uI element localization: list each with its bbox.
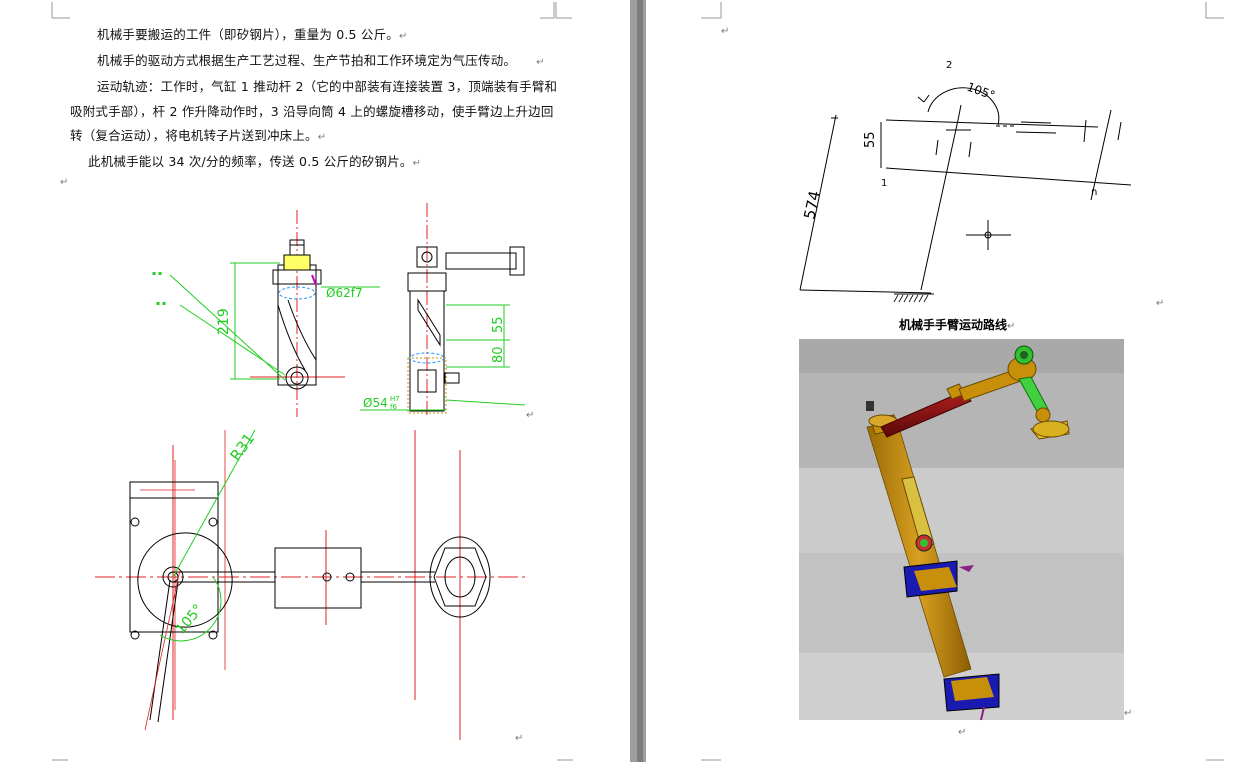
- paragraph-3-text-1: 运动轨迹：工作时，气缸 1 推动杆 2（它的中部装有连接装置 3，顶端装有手臂和: [97, 79, 558, 94]
- paragraph-1: 机械手要搬运的工件（即矽钢片），重量为 0.5 公斤。↵: [97, 24, 408, 43]
- svg-text:▪ ▪: ▪ ▪: [152, 270, 162, 277]
- paragraph-mark: ↵: [536, 57, 545, 68]
- left-document-page: 机械手要搬运的工件（即矽钢片），重量为 0.5 公斤。↵ 机械手的驱动方式根据生…: [0, 0, 630, 762]
- paragraph-4: 此机械手能以 34 次/分的频率，传送 0.5 公斤的矽钢片。↵: [88, 151, 421, 170]
- tolerance-upper: H7: [390, 395, 400, 403]
- cad-section-views: 219 Ø62f7 ▪ ▪ ▪ ▪ 55 80 Ø54 H7 f6: [152, 203, 526, 417]
- paragraph-mark: ↵: [317, 132, 327, 143]
- page-gutter-shadow: [637, 0, 643, 762]
- page-corner-bottom-right: [1206, 759, 1224, 761]
- drawing-paragraph-mark: ↵: [526, 410, 535, 421]
- point-label-n: n: [1091, 187, 1097, 198]
- paragraph-mark: ↵: [412, 158, 422, 169]
- svg-text:▪ ▪: ▪ ▪: [156, 300, 166, 307]
- caption-paragraph-mark: ↵: [1007, 321, 1016, 332]
- top-paragraph-mark: ↵: [721, 26, 730, 37]
- page-corner-top-right: [1205, 2, 1224, 19]
- right-document-page: ↵ 2 105° 55 1 574 n ↵ 机械手手臂运动路线↵ ↵ ↵: [646, 0, 1249, 762]
- paragraph-2-text: 机械手的驱动方式根据生产工艺过程、生产节拍和工作环境定为气压传动。: [97, 53, 517, 68]
- dimension-phi62: Ø62f7: [326, 286, 363, 300]
- render-paragraph-mark: ↵: [1124, 708, 1133, 719]
- page-corner-bottom-right: [557, 759, 573, 761]
- paragraph-3-line-2: 吸附式手部），杆 2 作升降动作时，3 沿导向筒 4 上的螺旋槽移动，使手臂边上…: [70, 101, 554, 120]
- page-corner-top-left: [51, 2, 70, 19]
- paragraph-2: 机械手的驱动方式根据生产工艺过程、生产节拍和工作环境定为气压传动。 ↵: [97, 50, 545, 69]
- page-corner-bottom-left: [701, 759, 721, 761]
- dimension-phi54: Ø54: [363, 396, 388, 410]
- figure-caption: 机械手手臂运动路线↵: [899, 316, 1015, 333]
- manipulator-3d-render: [799, 339, 1124, 721]
- empty-paragraph-mark: ↵: [60, 177, 69, 188]
- drawing-paragraph-mark: ↵: [515, 733, 524, 744]
- paragraph-3-line-1: 运动轨迹：工作时，气缸 1 推动杆 2（它的中部装有连接装置 3，顶端装有手臂和: [97, 76, 557, 95]
- cad-top-view: R31 105°: [95, 429, 525, 740]
- paragraph-4-text: 此机械手能以 34 次/分的频率，传送 0.5 公斤的矽钢片。: [88, 154, 413, 169]
- bottom-paragraph-mark: ↵: [958, 727, 967, 738]
- dimension-219: 219: [216, 308, 232, 335]
- height-label-574: 574: [800, 189, 824, 221]
- page-corner-top-left: [701, 2, 722, 19]
- paragraph-3-text-2: 吸附式手部），杆 2 作升降动作时，3 沿导向筒 4 上的螺旋槽移动，使手臂边上…: [70, 104, 554, 119]
- page-corner-bottom-left: [52, 759, 68, 761]
- dimension-55: 55: [491, 316, 506, 333]
- height-label-55: 55: [863, 131, 878, 148]
- paragraph-mark: ↵: [398, 31, 408, 42]
- paragraph-3-text-3: 转（复合运动），将电机转子片送到冲床上。: [70, 128, 318, 143]
- paragraph-3-line-3: 转（复合运动），将电机转子片送到冲床上。↵: [70, 125, 326, 144]
- arm-motion-path-diagram: 2 105° 55 1 574 n: [799, 60, 1132, 303]
- diagram-paragraph-mark: ↵: [1156, 298, 1165, 309]
- figure-caption-text: 机械手手臂运动路线: [899, 318, 1008, 332]
- dimension-80: 80: [491, 346, 506, 363]
- tolerance-lower: f6: [390, 403, 397, 411]
- dimension-r31: R31: [227, 430, 259, 465]
- point-label-1: 1: [881, 178, 887, 189]
- page-corner-top-right: [555, 2, 572, 19]
- paragraph-1-text: 机械手要搬运的工件（即矽钢片），重量为 0.5 公斤。: [97, 27, 399, 42]
- point-label-2: 2: [946, 60, 952, 71]
- angle-label-105: 105°: [965, 80, 997, 103]
